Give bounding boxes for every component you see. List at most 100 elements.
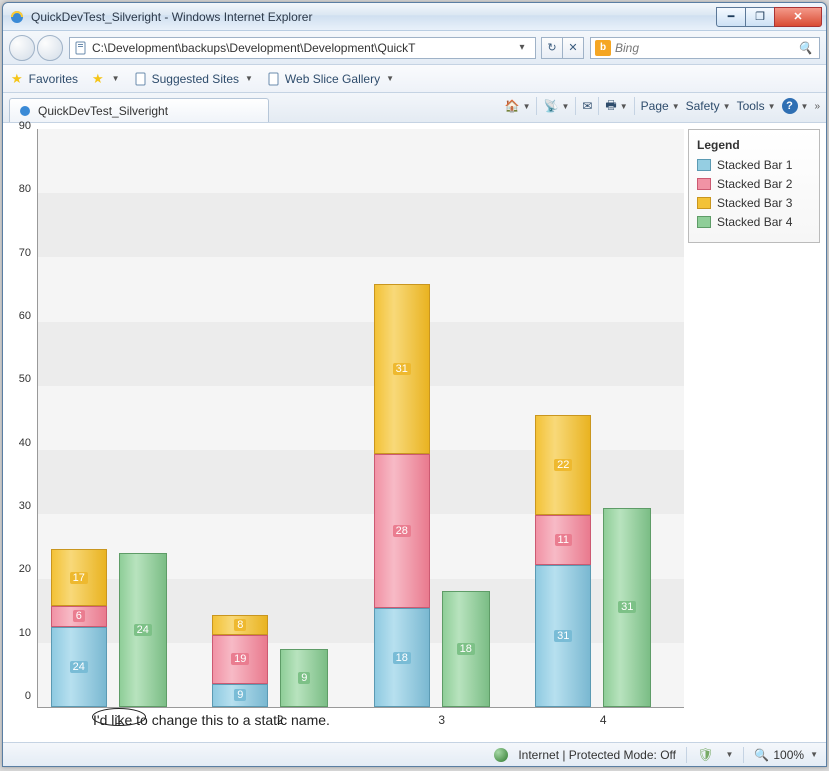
bars-layer: 2461724919891828311831112231 [38, 129, 684, 707]
bar-value-label: 11 [555, 534, 572, 546]
feeds-button[interactable]: 📡▼ [543, 99, 569, 113]
legend-label: Stacked Bar 3 [717, 196, 792, 210]
refresh-stop-group: ↻ ✕ [542, 37, 584, 59]
browser-tab[interactable]: QuickDevTest_Silveright [9, 98, 269, 122]
legend: Legend Stacked Bar 1Stacked Bar 2Stacked… [688, 129, 820, 243]
legend-swatch [697, 178, 711, 190]
mail-icon: ✉ [582, 99, 592, 113]
stacked-bar[interactable]: 18 28 31 [374, 213, 430, 708]
stacked-bar[interactable]: 31 11 22 [535, 296, 591, 707]
bar-segment[interactable]: 24 [51, 627, 107, 707]
y-tick-label: 50 [19, 373, 31, 385]
ie-logo-icon [9, 9, 25, 25]
overflow-chevron-icon[interactable]: » [814, 101, 820, 112]
star-icon: ★ [11, 71, 23, 87]
home-button[interactable]: 🏠▼ [505, 99, 531, 113]
back-button[interactable] [9, 35, 35, 61]
bar-value-label: 9 [234, 689, 246, 701]
legend-swatch [697, 197, 711, 209]
bar-segment[interactable]: 31 [374, 284, 430, 454]
y-tick-label: 70 [19, 247, 31, 259]
minimize-button[interactable]: ━ [716, 7, 746, 27]
help-button[interactable]: ?▼ [782, 98, 809, 114]
web-slice-link[interactable]: Web Slice Gallery ▼ [267, 72, 394, 86]
search-go-button[interactable]: 🔍 [795, 41, 815, 55]
side-bar[interactable]: 18 [442, 591, 490, 707]
chart: 0102030405060708090 24617249198918283118… [3, 123, 826, 742]
y-tick-label: 90 [19, 120, 31, 132]
bar-segment[interactable]: 11 [535, 515, 591, 565]
refresh-button[interactable]: ↻ [541, 37, 563, 59]
x-tick-label: 4 [600, 713, 607, 727]
bar-value-label: 18 [457, 643, 475, 655]
stop-button[interactable]: ✕ [562, 37, 584, 59]
bar-segment[interactable]: 31 [535, 565, 591, 707]
address-text: C:\Development\backups\Development\Devel… [92, 41, 513, 55]
legend-item[interactable]: Stacked Bar 2 [697, 177, 811, 191]
page-icon [74, 41, 88, 55]
address-dropdown[interactable]: ▾ [513, 42, 531, 53]
address-bar[interactable]: C:\Development\backups\Development\Devel… [69, 37, 536, 59]
x-tick-label: 3 [438, 713, 445, 727]
bar-value-label: 31 [393, 363, 411, 375]
tools-menu[interactable]: Tools▼ [737, 99, 776, 113]
separator [575, 97, 576, 115]
stacked-bar[interactable]: 9 198 [212, 476, 268, 707]
protected-mode-icon[interactable]: 🛡 [697, 747, 714, 763]
status-bar: Internet | Protected Mode: Off 🛡▼ 🔍 100%… [3, 742, 826, 766]
bar-segment[interactable]: 28 [374, 454, 430, 608]
separator [598, 97, 599, 115]
bar-value-label: 9 [298, 672, 310, 684]
y-tick-label: 20 [19, 563, 31, 575]
favorites-label: Favorites [29, 72, 78, 86]
bar-segment[interactable]: 6 [51, 606, 107, 626]
bar-value-label: 18 [393, 652, 411, 664]
bar-segment[interactable]: 9 [212, 684, 268, 707]
close-button[interactable]: ✕ [774, 7, 822, 27]
web-slice-label: Web Slice Gallery [285, 72, 380, 86]
plot-area: 2461724919891828311831112231 1234 [37, 129, 684, 708]
y-axis: 0102030405060708090 [3, 123, 37, 742]
bar-segment[interactable]: 22 [535, 415, 591, 515]
titlebar[interactable]: QuickDevTest_Silveright - Windows Intern… [3, 3, 826, 31]
forward-button[interactable] [37, 35, 63, 61]
readmail-button[interactable]: ✉ [582, 99, 592, 113]
bar-segment[interactable]: 18 [374, 608, 430, 707]
separator [634, 97, 635, 115]
legend-item[interactable]: Stacked Bar 1 [697, 158, 811, 172]
legend-item[interactable]: Stacked Bar 4 [697, 215, 811, 229]
side-bar[interactable]: 9 [280, 649, 328, 707]
legend-item[interactable]: Stacked Bar 3 [697, 196, 811, 210]
bar-segment[interactable]: 8 [212, 615, 268, 636]
globe-icon [494, 748, 508, 762]
suggested-sites-label: Suggested Sites [152, 72, 239, 86]
zoom-icon: 🔍 [754, 748, 769, 762]
safety-menu[interactable]: Safety▼ [686, 99, 731, 113]
y-tick-label: 10 [19, 627, 31, 639]
zoom-control[interactable]: 🔍 100% ▼ [754, 748, 818, 762]
search-placeholder: Bing [615, 41, 795, 55]
suggested-sites-link[interactable]: Suggested Sites ▼ [134, 72, 253, 86]
print-button[interactable]: 🖶▼ [605, 96, 627, 117]
y-tick-label: 30 [19, 500, 31, 512]
add-favorite-button[interactable]: ★ ▼ [92, 71, 120, 87]
search-bar[interactable]: b Bing 🔍 [590, 37, 820, 59]
help-icon: ? [782, 98, 798, 114]
bar-segment[interactable]: 17 [51, 549, 107, 606]
side-bar[interactable]: 31 [603, 508, 651, 707]
bing-icon: b [595, 40, 611, 56]
chevron-down-icon: ▼ [386, 74, 394, 83]
favorites-bar: ★ Favorites ★ ▼ Suggested Sites ▼ Web Sl… [3, 65, 826, 93]
maximize-button[interactable]: ❐ [745, 7, 775, 27]
bar-segment[interactable]: 19 [212, 635, 268, 684]
bar-value-label: 31 [554, 630, 572, 642]
stacked-bar[interactable]: 24617 [51, 405, 107, 707]
favorites-button[interactable]: ★ Favorites [11, 71, 78, 87]
print-icon: 🖶 [605, 96, 616, 117]
legend-label: Stacked Bar 4 [717, 215, 792, 229]
legend-swatch [697, 216, 711, 228]
page-menu[interactable]: Page▼ [641, 99, 680, 113]
nav-row: C:\Development\backups\Development\Devel… [3, 31, 826, 65]
side-bar[interactable]: 24 [119, 553, 167, 707]
bar-value-label: 28 [393, 525, 411, 537]
